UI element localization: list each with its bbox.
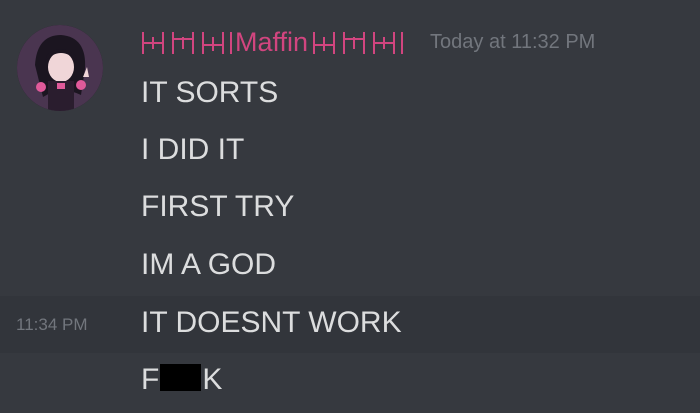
- username[interactable]: Maffin: [235, 27, 308, 58]
- censored-prefix: F: [141, 363, 160, 396]
- avatar[interactable]: [17, 25, 103, 111]
- message-line: I DID IT: [141, 133, 245, 166]
- message-header: Maffin Today at 11:32 PM: [141, 22, 595, 62]
- message-line: FIRST TRY: [141, 190, 295, 223]
- hover-timestamp[interactable]: 11:34 PM: [16, 315, 88, 335]
- message-timestamp[interactable]: Today at 11:32 PM: [430, 31, 595, 54]
- username-right-decoration-icon: [313, 32, 404, 54]
- message-line: IM A GOD: [141, 248, 277, 281]
- username-left-decoration-icon: [142, 32, 232, 54]
- avatar-image: [17, 25, 103, 111]
- censor-bar: [160, 364, 202, 391]
- message-group: Maffin Today at 11:32 PM IT SORTS I DID …: [0, 0, 700, 413]
- message-line: IT DOESNT WORK: [141, 306, 402, 339]
- message-line: IT SORTS: [141, 76, 279, 109]
- censored-suffix: K: [202, 363, 223, 396]
- censored-message-line: FK: [141, 363, 222, 397]
